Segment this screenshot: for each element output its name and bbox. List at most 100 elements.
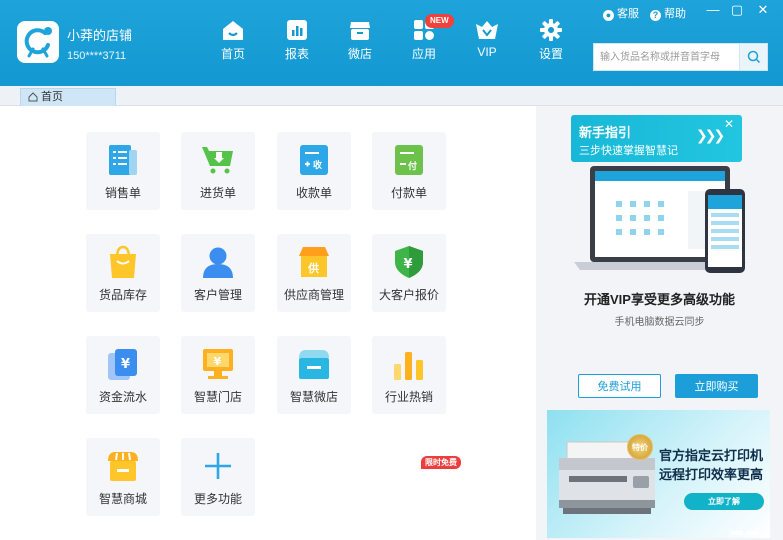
help-link[interactable]: ? 帮助 [650,5,686,21]
nav-apps-label: 应用 [411,47,436,61]
bar-chart-icon [394,352,423,380]
search-input[interactable] [594,44,740,70]
limited-free-badge: 限时免费 [421,456,461,469]
tile-cash-flow[interactable]: ¥ 资金流水 [86,336,160,414]
shield-yen-icon: ¥ [395,246,423,278]
tile-key-account-quote[interactable]: ¥ 大客户报价 [372,234,446,312]
nav-microshop-label: 微店 [347,47,372,61]
tab-home[interactable]: 首页 [20,88,116,106]
gear-icon [540,19,562,41]
smart-mall-icon [108,452,138,481]
learn-more-button[interactable]: 立即了解 [684,493,764,510]
sales-order-icon [109,145,137,175]
app-logo [17,21,59,63]
customer-service-label: 客服 [617,8,639,20]
tile-inventory[interactable]: 货品库存 [86,234,160,312]
nav-settings[interactable]: 设置 [526,18,576,68]
tile-industry-hot[interactable]: 行业热销 [372,336,446,414]
tab-home-label: 首页 [41,91,63,103]
supplier-glyph: 供 [307,261,319,275]
plus-icon [205,453,231,479]
cash-glyph: ¥ [121,357,130,372]
free-trial-button[interactable]: 免费试用 [578,374,661,398]
purchase-cart-icon [202,147,233,174]
vip-icon [476,21,498,39]
nav-vip[interactable]: VIP [462,18,512,68]
store-name: 小莽的店铺 [67,28,133,43]
cash-flow-icon: ¥ [108,349,137,380]
laptop-phone-icon [574,166,746,273]
nav-home-label: 首页 [220,47,245,61]
tile-customer[interactable]: 客户管理 [181,234,255,312]
nav-home[interactable]: 首页 [208,18,258,68]
printer-ad-banner[interactable]: 特价 官方指定云打印机 远程打印效率更高 立即了解 [547,410,770,538]
carousel-dot[interactable] [746,531,758,535]
tile-label: 进货单 [199,186,236,200]
tile-sales-order[interactable]: 销售单 [86,132,160,210]
arrow-icon: ❯❯❯ [696,127,725,143]
tile-receipt[interactable]: 收 收款单 [277,132,351,210]
tile-label: 客户管理 [193,288,242,302]
tile-purchase-order[interactable]: 进货单 [181,132,255,210]
tile-payment[interactable]: 付 付款单 [372,132,446,210]
tile-label: 资金流水 [98,390,147,404]
vip-promo-subtitle: 手机电脑数据云同步 [614,317,705,328]
carousel-indicator[interactable] [728,522,758,538]
receipt-glyph: 收 [313,159,322,171]
smart-microshop-icon [299,350,329,379]
inventory-bag-icon [110,245,136,278]
search-icon [747,50,761,64]
maximize-button[interactable]: ▢ [727,2,747,18]
report-icon [287,20,307,40]
payment-glyph: 付 [408,160,417,172]
tile-label: 货品库存 [98,288,147,302]
close-button[interactable]: ✕ [753,2,773,18]
guide-close-button[interactable]: ✕ [724,117,734,131]
search-box [593,43,768,71]
nav-report-label: 报表 [284,47,309,61]
tile-label: 销售单 [104,186,141,200]
nav-vip-label: VIP [477,45,497,59]
newbie-guide-banner[interactable]: 新手指引 三步快速掌握智慧记 ❯❯❯ ✕ [571,115,742,162]
home-icon [223,21,243,40]
guide-subtitle: 三步快速掌握智慧记 [579,145,678,157]
banner-headline: 官方指定云打印机 [659,448,764,463]
tile-label: 付款单 [390,186,427,200]
app-header: 小莽的店铺 150****3711 首页 报表 微店 应用 NEW VIP 设置… [0,0,783,86]
guide-title: 新手指引 [579,125,632,140]
help-icon: ? [650,10,661,21]
tile-smart-microshop[interactable]: 智慧微店 [277,336,351,414]
tile-label: 智慧门店 [193,390,242,404]
tile-label: 智慧微店 [289,390,338,404]
tile-smart-store[interactable]: ¥ 智慧门店 [181,336,255,414]
search-button[interactable] [739,44,767,70]
tile-label: 智慧商城 [98,492,147,506]
tab-bar: 首页 [0,86,783,106]
help-label: 帮助 [664,8,686,20]
buy-now-button[interactable]: 立即购买 [675,374,758,398]
nav-settings-label: 设置 [538,47,563,61]
new-badge: NEW [425,14,454,28]
payment-icon: 付 [395,145,423,175]
tile-label: 更多功能 [193,492,242,506]
tile-supplier[interactable]: 供 供应商管理 [277,234,351,312]
home-icon [28,92,38,102]
store-glyph: ¥ [214,355,222,368]
receipt-icon: 收 [300,145,328,175]
carousel-dot[interactable] [731,531,743,535]
nav-report[interactable]: 报表 [272,18,322,68]
tile-more-features[interactable]: 更多功能 [181,438,255,516]
device-illustration [572,163,750,286]
supplier-icon: 供 [299,247,329,277]
tile-smart-mall[interactable]: 智慧商城 [86,438,160,516]
tile-label: 行业热销 [384,390,433,404]
nav-microshop[interactable]: 微店 [335,18,385,68]
yen-glyph: ¥ [404,257,413,272]
banner-subheadline: 远程打印效率更高 [659,467,764,482]
store-phone: 150****3711 [67,50,127,62]
smart-store-icon: ¥ [203,349,233,379]
vip-promo-title: 开通VIP享受更多高级功能 [584,292,735,307]
tile-label: 大客户报价 [378,288,439,302]
minimize-button[interactable]: — [703,2,723,17]
customer-service-link[interactable]: ● 客服 [603,5,639,21]
